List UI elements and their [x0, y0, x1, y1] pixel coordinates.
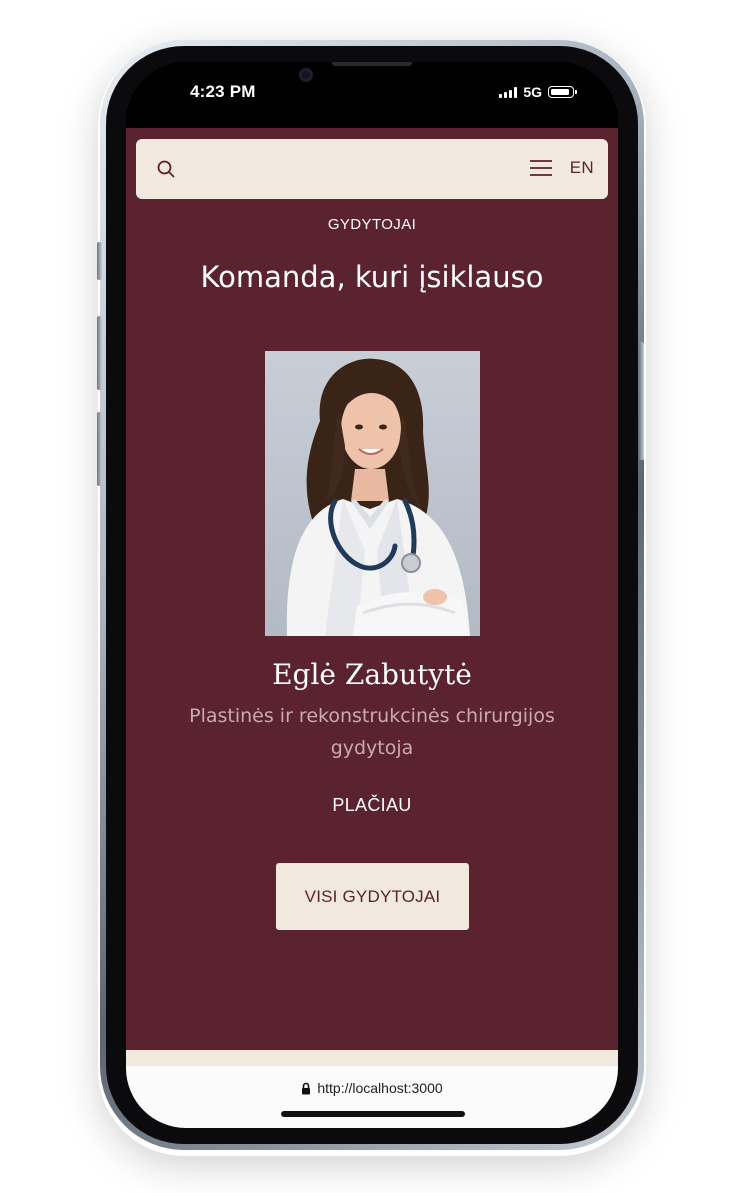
all-doctors-button[interactable]: VISI GYDYTOJAI [276, 863, 469, 930]
doctor-photo[interactable] [265, 351, 480, 636]
status-time: 4:23 PM [190, 82, 256, 101]
doctors-section: EN GYDYTOJAI Komanda, kuri įsiklauso Egl… [126, 128, 618, 1050]
site-header: EN [136, 139, 608, 199]
phone-screen: 4:23 PM 5G EN GYDYTOJAI Komanda, kuri įs… [126, 62, 618, 1128]
url-display: http://localhost:3000 [126, 1080, 618, 1098]
hamburger-menu-icon[interactable] [529, 158, 553, 183]
network-type: 5G [523, 84, 542, 100]
side-button-volume-down [97, 412, 102, 486]
home-indicator[interactable] [281, 1111, 465, 1117]
doctor-name: Eglė Zabutytė [272, 658, 472, 691]
speaker-grille [332, 62, 412, 66]
lock-icon [301, 1082, 311, 1098]
side-button-power [639, 342, 644, 460]
front-camera [299, 68, 313, 82]
battery-level [550, 88, 569, 95]
device-mockup: 4:23 PM 5G EN GYDYTOJAI Komanda, kuri įs… [0, 0, 741, 1193]
status-bar: 4:23 PM 5G [126, 62, 618, 128]
url-text: http://localhost:3000 [317, 1080, 443, 1096]
section-eyebrow: GYDYTOJAI [327, 216, 417, 233]
side-button-volume-up [97, 316, 102, 390]
battery-icon [548, 86, 577, 98]
next-section-edge [126, 1050, 618, 1066]
section-title: Komanda, kuri įsiklauso [200, 260, 544, 294]
language-switcher[interactable]: EN [570, 158, 594, 178]
search-icon[interactable] [156, 159, 176, 184]
doctor-role: Plastinės ir rekonstrukcinės chirurgijos… [189, 705, 555, 759]
signal-icon [499, 86, 518, 98]
status-indicators: 5G [499, 84, 577, 100]
side-button-mute [97, 242, 102, 280]
more-link[interactable]: PLAČIAU [126, 795, 618, 816]
browser-url-bar[interactable]: http://localhost:3000 [126, 1066, 618, 1128]
